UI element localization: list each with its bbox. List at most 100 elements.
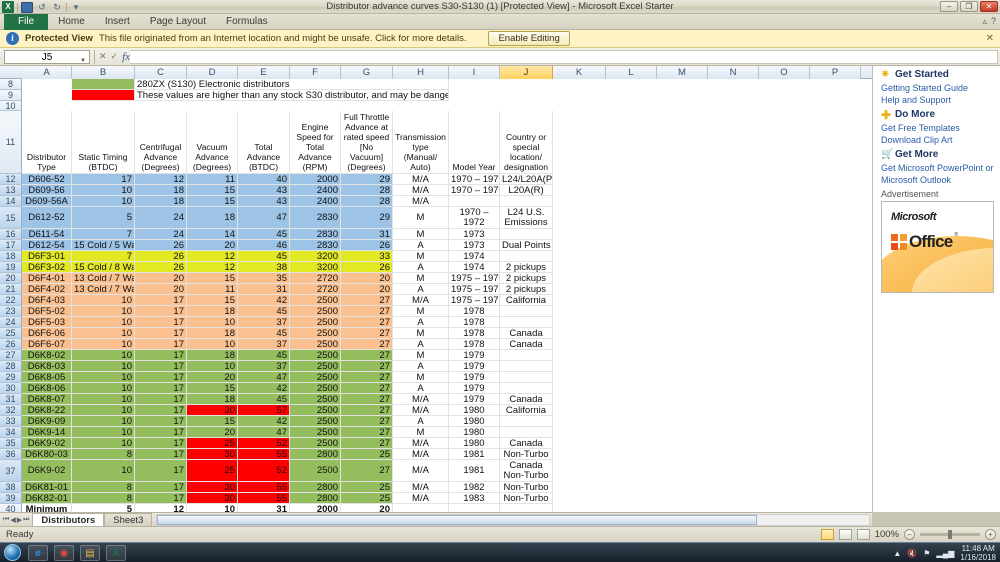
close-button[interactable]: ✕ <box>980 1 998 12</box>
cell-F24[interactable]: 2500 <box>290 317 341 328</box>
row-header-30[interactable]: 30 <box>0 383 22 394</box>
cell-F38[interactable]: 2800 <box>290 482 341 493</box>
ribbon-help-controls[interactable]: ▵ ? <box>982 16 996 27</box>
cell-A39[interactable]: D6K82-01 <box>22 493 72 504</box>
cell-G20[interactable]: 20 <box>341 273 393 284</box>
cell-H16[interactable]: M <box>393 229 449 240</box>
cell-A15[interactable]: D612-52 <box>22 207 72 229</box>
cell-C12[interactable]: 12 <box>135 174 187 185</box>
cell-H14[interactable]: M/A <box>393 196 449 207</box>
cell-H33[interactable]: A <box>393 416 449 427</box>
cell-A25[interactable]: D6F6-06 <box>22 328 72 339</box>
cell-B27[interactable]: 10 <box>72 350 135 361</box>
cell-I20[interactable]: 1975 – 1976 <box>449 273 500 284</box>
cell-A29[interactable]: D6K8-05 <box>22 372 72 383</box>
column-title-3[interactable]: Vacuum Advance (Degrees) <box>187 111 238 174</box>
cell-F31[interactable]: 2500 <box>290 394 341 405</box>
cell-G31[interactable]: 27 <box>341 394 393 405</box>
cell-J29[interactable] <box>500 372 553 383</box>
cell-D40[interactable]: 10 <box>187 504 238 512</box>
cell-C23[interactable]: 17 <box>135 306 187 317</box>
cell-D28[interactable]: 10 <box>187 361 238 372</box>
cell-H30[interactable]: A <box>393 383 449 394</box>
cell-E37[interactable]: 52 <box>238 460 290 482</box>
clock[interactable]: 11:48 AM 1/16/2018 <box>960 544 996 562</box>
row-header-9[interactable]: 9 <box>0 90 22 101</box>
row-header-32[interactable]: 32 <box>0 405 22 416</box>
cell-C18[interactable]: 26 <box>135 251 187 262</box>
cell-H24[interactable]: A <box>393 317 449 328</box>
cell-E22[interactable]: 42 <box>238 295 290 306</box>
column-header-O[interactable]: O <box>759 66 810 79</box>
cell-I22[interactable]: 1975 – 1978 <box>449 295 500 306</box>
cell-B39[interactable]: 8 <box>72 493 135 504</box>
cell-F26[interactable]: 2500 <box>290 339 341 350</box>
cell-C24[interactable]: 17 <box>135 317 187 328</box>
name-box[interactable]: J5 ▼ <box>4 49 90 64</box>
cell-J33[interactable] <box>500 416 553 427</box>
cell-C14[interactable]: 18 <box>135 196 187 207</box>
ribbon-tab-formulas[interactable]: Formulas <box>216 14 278 30</box>
task-pane-link-1-1[interactable]: Download Clip Art <box>881 134 994 146</box>
row-header-24[interactable]: 24 <box>0 317 22 328</box>
cell-H27[interactable]: M <box>393 350 449 361</box>
cell-D19[interactable]: 12 <box>187 262 238 273</box>
cell-C21[interactable]: 20 <box>135 284 187 295</box>
cell-I17[interactable]: 1973 <box>449 240 500 251</box>
cell-D25[interactable]: 18 <box>187 328 238 339</box>
column-title-8[interactable]: Model Year <box>449 111 500 174</box>
cell-A21[interactable]: D6F4-02 <box>22 284 72 295</box>
column-header-G[interactable]: G <box>341 66 393 79</box>
row-header-27[interactable]: 27 <box>0 350 22 361</box>
cell-B31[interactable]: 10 <box>72 394 135 405</box>
cell-I31[interactable]: 1979 <box>449 394 500 405</box>
cell-B23[interactable]: 10 <box>72 306 135 317</box>
cell-J36[interactable]: Non-Turbo <box>500 449 553 460</box>
row-header-8[interactable]: 8 <box>0 79 22 90</box>
cell-F22[interactable]: 2500 <box>290 295 341 306</box>
column-header-A[interactable]: A <box>22 66 72 79</box>
cell-H32[interactable]: M/A <box>393 405 449 416</box>
cell-F20[interactable]: 2720 <box>290 273 341 284</box>
legend-swatch-red[interactable] <box>72 90 135 101</box>
cell-H21[interactable]: A <box>393 284 449 295</box>
cell-H23[interactable]: M <box>393 306 449 317</box>
column-header-L[interactable]: L <box>606 66 657 79</box>
cell-J15[interactable]: L24 U.S. Emissions <box>500 207 553 229</box>
column-title-6[interactable]: Full Throttle Advance at rated speed [No… <box>341 111 393 174</box>
row-header-25[interactable]: 25 <box>0 328 22 339</box>
column-header-I[interactable]: I <box>449 66 500 79</box>
zoom-slider[interactable] <box>920 530 980 539</box>
cell-E31[interactable]: 45 <box>238 394 290 405</box>
row-header-18[interactable]: 18 <box>0 251 22 262</box>
cell-E18[interactable]: 45 <box>238 251 290 262</box>
normal-view-button[interactable] <box>820 529 834 540</box>
cell-F28[interactable]: 2500 <box>290 361 341 372</box>
cell-G24[interactable]: 27 <box>341 317 393 328</box>
cell-B38[interactable]: 8 <box>72 482 135 493</box>
cell-F25[interactable]: 2500 <box>290 328 341 339</box>
cell-A24[interactable]: D6F5-03 <box>22 317 72 328</box>
cell-B36[interactable]: 8 <box>72 449 135 460</box>
cell-H36[interactable]: M/A <box>393 449 449 460</box>
cell-E35[interactable]: 52 <box>238 438 290 449</box>
cell-E25[interactable]: 45 <box>238 328 290 339</box>
cell-B29[interactable]: 10 <box>72 372 135 383</box>
row-header-17[interactable]: 17 <box>0 240 22 251</box>
cell-H28[interactable]: A <box>393 361 449 372</box>
cell-H35[interactable]: M/A <box>393 438 449 449</box>
cell-A20[interactable]: D6F4-01 <box>22 273 72 284</box>
network-icon[interactable]: ▂▄▆ <box>936 549 954 558</box>
cell-B30[interactable]: 10 <box>72 383 135 394</box>
cell-B25[interactable]: 10 <box>72 328 135 339</box>
page-break-view-button[interactable] <box>856 529 870 540</box>
zoom-out-button[interactable]: – <box>904 529 915 540</box>
cell-I39[interactable]: 1983 <box>449 493 500 504</box>
column-header-B[interactable]: B <box>72 66 135 79</box>
row-header-16[interactable]: 16 <box>0 229 22 240</box>
row-header-22[interactable]: 22 <box>0 295 22 306</box>
cell-H19[interactable]: A <box>393 262 449 273</box>
cell-B17[interactable]: 15 Cold / 5 Warm <box>72 240 135 251</box>
cell-H26[interactable]: A <box>393 339 449 350</box>
cell-B32[interactable]: 10 <box>72 405 135 416</box>
